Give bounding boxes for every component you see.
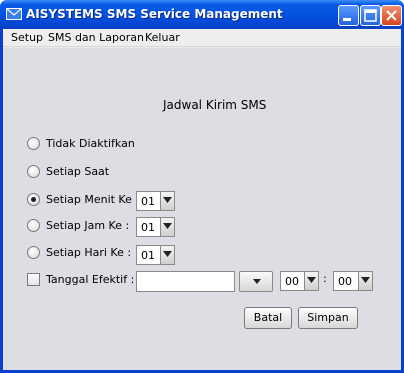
chevron-down-icon[interactable] <box>304 272 318 290</box>
chevron-down-icon[interactable] <box>160 246 174 264</box>
option-setiap-jam[interactable]: Setiap Jam Ke : <box>27 218 137 236</box>
day-select-value: 01 <box>141 249 155 262</box>
menu-keluar[interactable]: Keluar <box>145 31 180 44</box>
menu-bar: Setup SMS dan Laporan Keluar <box>3 29 401 47</box>
hour-select[interactable]: 01 <box>136 217 175 237</box>
effective-hour-value: 00 <box>285 275 299 288</box>
title-bar[interactable]: AISYSTEMS SMS Service Management <box>0 0 404 29</box>
radio-setiap-saat[interactable] <box>27 165 40 178</box>
effective-date-checkbox[interactable] <box>27 273 40 286</box>
maximize-icon <box>364 9 377 22</box>
client-area: Setup SMS dan Laporan Keluar Jadwal Kiri… <box>3 29 401 370</box>
save-button[interactable]: Simpan <box>298 307 358 329</box>
hour-select-value: 01 <box>141 221 155 234</box>
date-picker-button[interactable] <box>239 271 273 292</box>
option-label: Setiap Jam Ke : <box>46 219 130 232</box>
option-label: Setiap Hari Ke : <box>46 246 132 259</box>
cancel-button[interactable]: Batal <box>244 307 292 329</box>
menu-setup[interactable]: Setup <box>11 31 43 44</box>
minimize-icon <box>343 18 351 21</box>
chevron-down-icon[interactable] <box>160 218 174 236</box>
chevron-down-icon <box>253 279 261 284</box>
radio-selected-dot <box>31 197 36 202</box>
day-select[interactable]: 01 <box>136 245 175 265</box>
chevron-down-icon[interactable] <box>160 192 174 210</box>
radio-setiap-menit[interactable] <box>27 193 40 206</box>
chevron-down-icon[interactable] <box>358 272 372 290</box>
option-tidak-diaktifkan[interactable]: Tidak Diaktifkan <box>27 136 227 154</box>
schedule-panel: Jadwal Kirim SMS Tidak Diaktifkan Setiap… <box>3 48 401 370</box>
effective-hour-select[interactable]: 00 <box>280 271 319 291</box>
effective-date-input[interactable] <box>136 271 235 292</box>
option-setiap-saat[interactable]: Setiap Saat <box>27 164 227 182</box>
app-window: AISYSTEMS SMS Service Management Setup S… <box>0 0 404 373</box>
close-button[interactable] <box>381 5 402 26</box>
menu-sms-dan-laporan[interactable]: SMS dan Laporan <box>48 31 144 44</box>
radio-setiap-hari[interactable] <box>27 246 40 259</box>
option-label: Tidak Diaktifkan <box>46 137 135 150</box>
effective-minute-select[interactable]: 00 <box>333 271 373 291</box>
effective-minute-value: 00 <box>338 275 352 288</box>
minimize-button[interactable] <box>338 5 359 26</box>
minute-select[interactable]: 01 <box>136 191 175 211</box>
mail-icon <box>6 8 22 20</box>
page-title: Jadwal Kirim SMS <box>163 98 267 112</box>
radio-tidak-diaktifkan[interactable] <box>27 137 40 150</box>
option-label: Setiap Saat <box>46 165 110 178</box>
time-separator: : <box>323 272 327 285</box>
effective-date-label: Tanggal Efektif : <box>46 273 135 286</box>
option-setiap-hari[interactable]: Setiap Hari Ke : <box>27 245 137 263</box>
maximize-button[interactable] <box>360 5 381 26</box>
effective-date-toggle[interactable]: Tanggal Efektif : <box>27 272 135 290</box>
option-label: Setiap Menit Ke : <box>46 193 140 206</box>
option-setiap-menit[interactable]: Setiap Menit Ke : <box>27 192 140 210</box>
radio-setiap-jam[interactable] <box>27 219 40 232</box>
window-title: AISYSTEMS SMS Service Management <box>26 7 283 21</box>
minute-select-value: 01 <box>141 195 155 208</box>
close-icon <box>386 10 397 21</box>
